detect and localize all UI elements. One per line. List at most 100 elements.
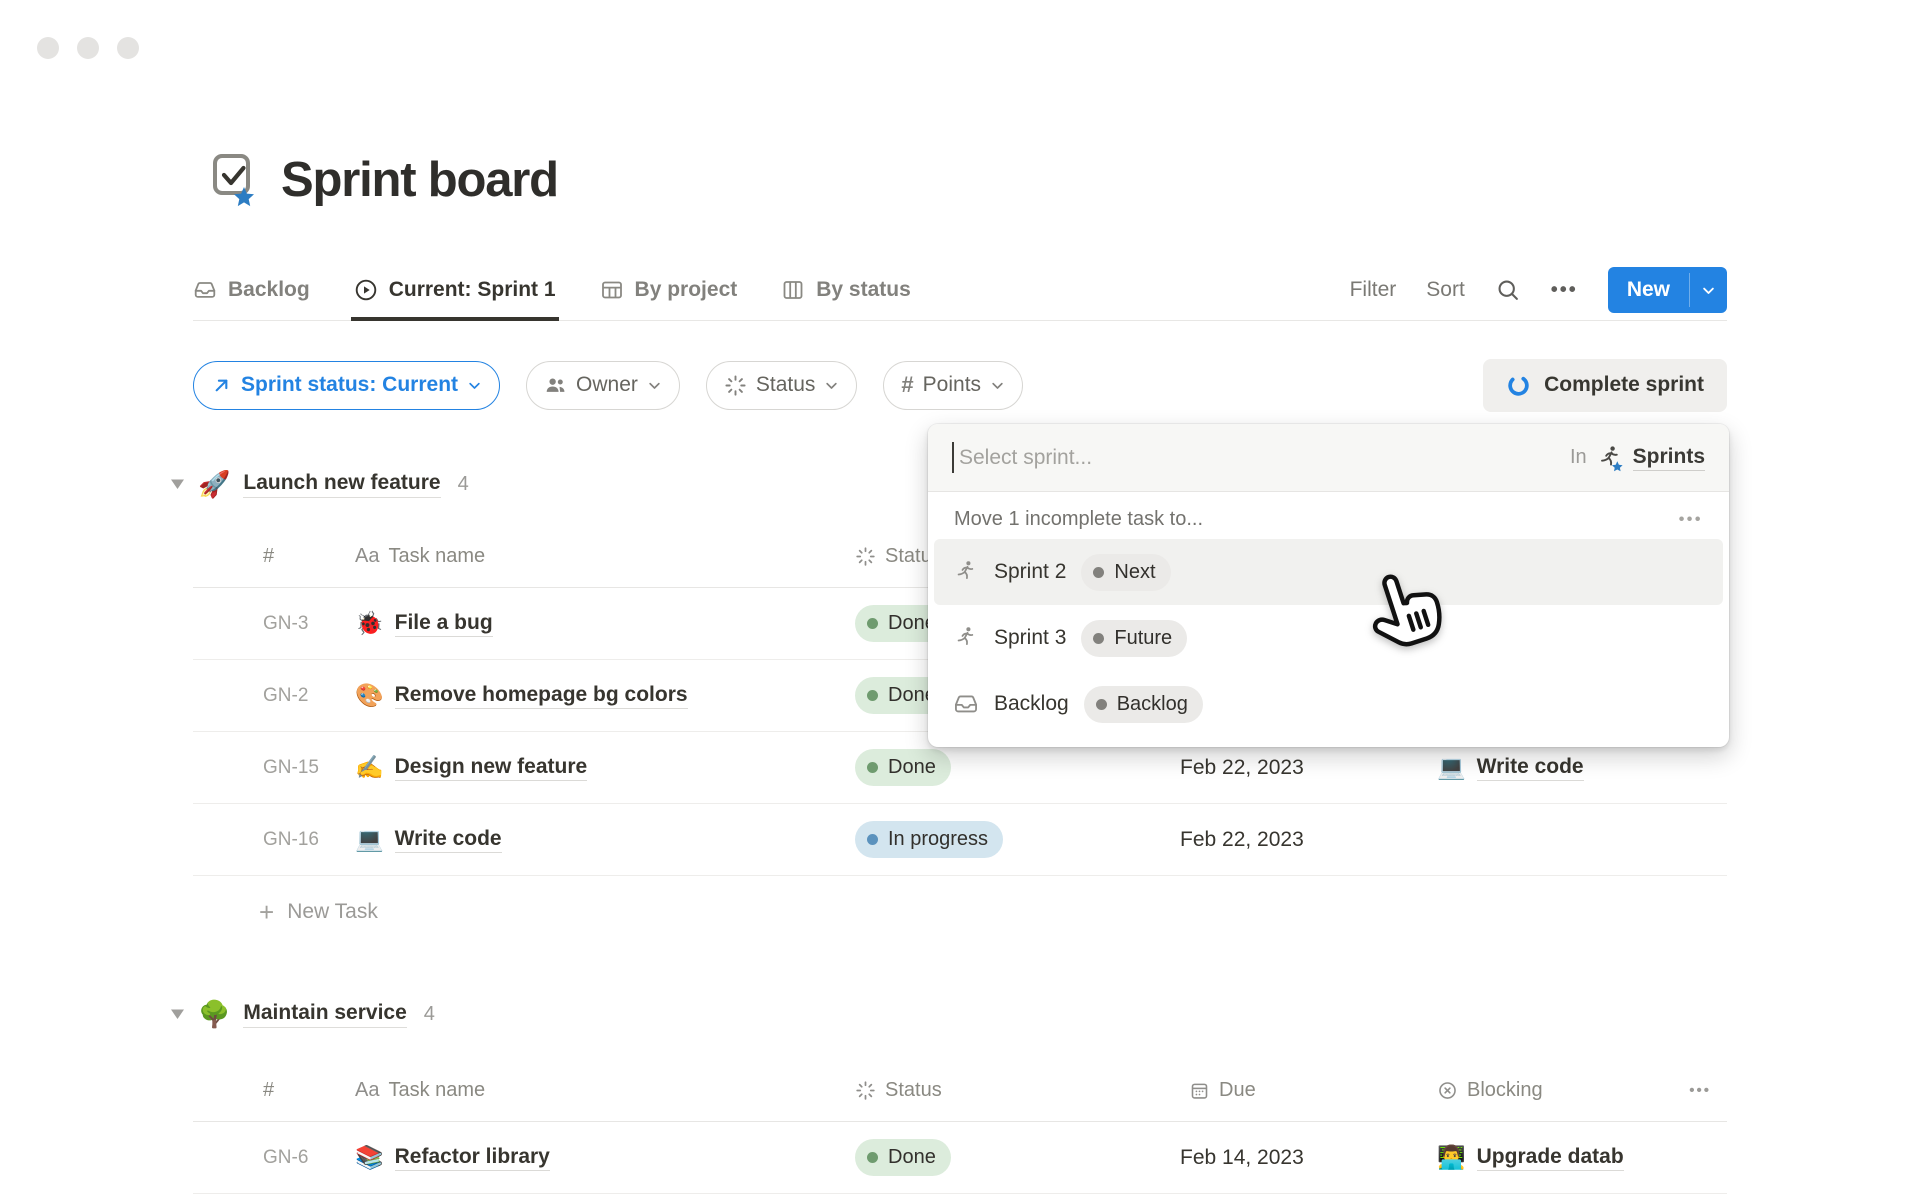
collapse-toggle-icon[interactable] — [170, 1008, 185, 1020]
due-date[interactable]: Feb 22, 2023 — [1180, 756, 1437, 780]
move-to-sprint-dropdown: Select sprint... In Sprints — [928, 424, 1729, 747]
column-header-status[interactable]: Status — [855, 1079, 1180, 1102]
text-cursor — [952, 442, 954, 473]
task-id: GN-6 — [193, 1147, 355, 1169]
chip-label: Status — [756, 373, 816, 397]
people-icon — [544, 374, 567, 397]
task-emoji: 📚 — [355, 1146, 384, 1169]
sprint-name: Sprint 3 — [994, 626, 1066, 650]
chevron-down-icon — [467, 378, 482, 393]
spinner-icon — [724, 374, 747, 397]
filter-button[interactable]: Filter — [1350, 278, 1397, 302]
status-badge[interactable]: Done — [855, 1139, 951, 1176]
dropdown-section-header: Move 1 incomplete task to... ••• — [928, 492, 1729, 539]
group-count: 4 — [424, 1003, 435, 1026]
sprint-status-badge: Backlog — [1084, 686, 1203, 723]
column-header-id[interactable]: # — [193, 545, 355, 568]
new-task-button[interactable]: + New Task — [193, 876, 1727, 948]
status-dot — [867, 834, 878, 845]
chip-owner[interactable]: Owner — [526, 361, 680, 410]
task-name-link[interactable]: Write code — [395, 827, 502, 853]
chevron-down-icon — [990, 378, 1005, 393]
chip-points[interactable]: # Points — [883, 361, 1023, 410]
chevron-down-icon[interactable] — [1690, 267, 1727, 313]
window-minimize-button[interactable] — [77, 37, 99, 59]
status-dot — [867, 618, 878, 629]
collapse-toggle-icon[interactable] — [170, 478, 185, 490]
arrow-up-right-icon — [211, 375, 232, 396]
dropdown-item-backlog[interactable]: Backlog Backlog — [934, 671, 1723, 737]
column-header-due[interactable]: Due — [1180, 1079, 1437, 1102]
sprints-database-link[interactable]: Sprints — [1633, 445, 1705, 471]
status-dot — [867, 690, 878, 701]
task-emoji: 🎨 — [355, 684, 384, 707]
text-type-icon: Aa — [355, 1079, 379, 1102]
window-close-button[interactable] — [37, 37, 59, 59]
group-header-maintain-service: 🌳 Maintain service 4 — [170, 992, 435, 1036]
runner-icon — [953, 559, 979, 585]
table-row[interactable]: GN-16 💻 Write code In progress Feb 22, 2… — [193, 804, 1727, 876]
task-name-link[interactable]: Design new feature — [395, 755, 588, 781]
due-date[interactable]: Feb 22, 2023 — [1180, 828, 1437, 852]
spinner-icon — [855, 1080, 876, 1101]
window-controls — [37, 37, 139, 59]
task-name-link[interactable]: Refactor library — [395, 1145, 550, 1171]
view-tabs-bar: Backlog Current: Sprint 1 By project — [193, 260, 1727, 321]
column-header-task-name[interactable]: Aa Task name — [355, 1079, 855, 1102]
status-dot — [1096, 699, 1107, 710]
column-header-task-name[interactable]: Aa Task name — [355, 545, 855, 568]
chip-label: Points — [923, 373, 981, 397]
chip-sprint-status[interactable]: Sprint status: Current — [193, 361, 500, 410]
sprint-search-input[interactable]: Select sprint... — [959, 446, 1092, 470]
search-icon[interactable] — [1495, 277, 1521, 303]
task-name-link[interactable]: Remove homepage bg colors — [395, 683, 688, 709]
blocking-task-link[interactable]: Upgrade datab — [1477, 1145, 1624, 1171]
blocking-emoji: 👨‍💻 — [1437, 1146, 1466, 1169]
window-zoom-button[interactable] — [117, 37, 139, 59]
dropdown-item-sprint-3[interactable]: Sprint 3 Future — [934, 605, 1723, 671]
due-date[interactable]: Feb 14, 2023 — [1180, 1146, 1437, 1170]
task-emoji: 💻 — [355, 828, 384, 851]
chevron-down-icon — [647, 378, 662, 393]
column-options-icon[interactable]: ••• — [1680, 1082, 1727, 1099]
table-row[interactable]: GN-6 📚 Refactor library Done Feb 14, 202… — [193, 1122, 1727, 1194]
tab-current-sprint[interactable]: Current: Sprint 1 — [354, 260, 556, 320]
new-button[interactable]: New — [1608, 267, 1689, 313]
spinner-icon — [855, 546, 876, 567]
table-header-row: # Aa Task name Status — [193, 1060, 1727, 1122]
status-badge[interactable]: In progress — [855, 821, 1003, 858]
hand-cursor — [1366, 570, 1444, 656]
task-id: GN-2 — [193, 685, 355, 707]
column-header-blocking[interactable]: Blocking — [1437, 1079, 1680, 1102]
column-header-id[interactable]: # — [193, 1079, 355, 1102]
sprint-name: Sprint 2 — [994, 560, 1066, 584]
sprint-status-badge: Next — [1081, 554, 1170, 591]
task-id: GN-3 — [193, 613, 355, 635]
tab-label: Current: Sprint 1 — [389, 278, 556, 302]
tab-label: Backlog — [228, 278, 310, 302]
new-button-group: New — [1608, 267, 1727, 313]
sort-button[interactable]: Sort — [1426, 278, 1465, 302]
complete-sprint-button[interactable]: Complete sprint — [1483, 359, 1727, 412]
tab-backlog[interactable]: Backlog — [193, 260, 310, 320]
page-title: Sprint board — [281, 152, 558, 208]
toolbar: Filter Sort ••• New — [1350, 267, 1727, 313]
blocking-task-link[interactable]: Write code — [1477, 755, 1584, 781]
task-name-link[interactable]: File a bug — [395, 611, 493, 637]
more-options-icon[interactable]: ••• — [1551, 279, 1578, 302]
group-name-link[interactable]: Maintain service — [243, 1001, 406, 1028]
tab-by-project[interactable]: By project — [600, 260, 738, 320]
tab-by-status[interactable]: By status — [781, 260, 911, 320]
group-name-link[interactable]: Launch new feature — [243, 471, 440, 498]
dropdown-item-sprint-2[interactable]: Sprint 2 Next — [934, 539, 1723, 605]
task-emoji: 🐞 — [355, 612, 384, 635]
sprint-status-badge: Future — [1081, 620, 1187, 657]
blocking-emoji: 💻 — [1437, 756, 1466, 779]
section-options-icon[interactable]: ••• — [1679, 511, 1703, 529]
chevron-down-icon — [824, 378, 839, 393]
chip-status[interactable]: Status — [706, 361, 858, 410]
sprint-name: Backlog — [994, 692, 1069, 716]
status-badge[interactable]: Done — [855, 749, 951, 786]
status-dot — [1093, 567, 1104, 578]
group-emoji: 🚀 — [198, 471, 230, 497]
